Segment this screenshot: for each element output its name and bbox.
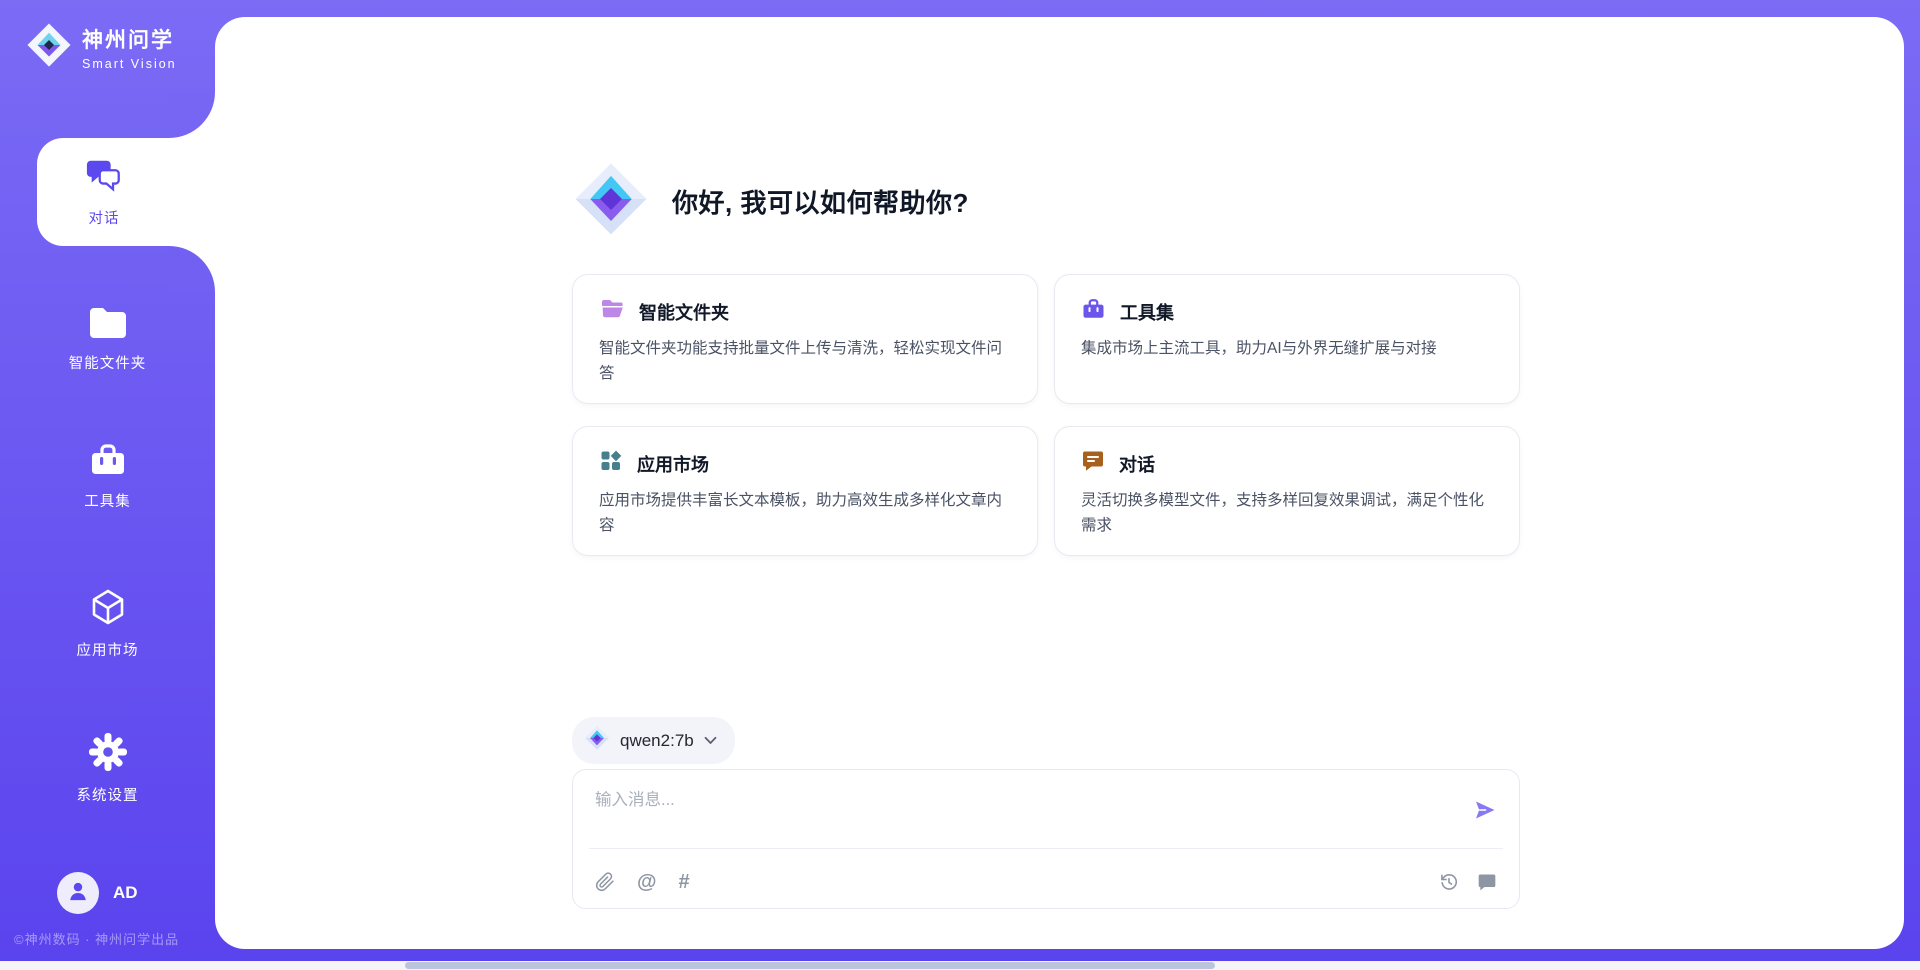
folder-icon [88, 306, 128, 345]
main-content: 你好, 我可以如何帮助你? 智能文件夹 智能文件夹功能支持批量文件上传与清洗，轻… [215, 17, 1904, 949]
person-icon [65, 878, 91, 909]
sidebar-item-label: 系统设置 [77, 784, 139, 805]
model-name: qwen2:7b [620, 731, 694, 751]
cube-icon [88, 587, 128, 632]
app-name: 神州问学 [82, 24, 177, 54]
sidebar-item-app-market[interactable]: 应用市场 [0, 587, 215, 660]
user-profile[interactable]: AD [57, 872, 138, 914]
send-icon[interactable] [1473, 798, 1497, 822]
brand-diamond-icon [26, 22, 72, 73]
folder-open-icon [599, 297, 625, 326]
card-app-market[interactable]: 应用市场 应用市场提供丰富长文本模板，助力高效生成多样化文章内容 [572, 426, 1038, 556]
hash-icon[interactable]: # [679, 872, 690, 892]
sidebar-item-label: 对话 [89, 207, 120, 228]
tab-fillet-top [169, 92, 215, 138]
sidebar-item-smart-folder[interactable]: 智能文件夹 [0, 306, 215, 373]
sidebar-item-label: 智能文件夹 [69, 352, 147, 373]
greeting-text: 你好, 我可以如何帮助你? [672, 183, 969, 220]
card-smart-folder[interactable]: 智能文件夹 智能文件夹功能支持批量文件上传与清洗，轻松实现文件问答 [572, 274, 1038, 404]
copyright-text: ©神州数码 · 神州问学出品 [14, 929, 179, 948]
card-title: 对话 [1119, 451, 1155, 477]
chevron-down-icon [704, 736, 717, 745]
user-initials: AD [113, 883, 138, 903]
chat-bubbles-icon [85, 156, 123, 199]
model-selector[interactable]: qwen2:7b [572, 717, 735, 764]
card-title: 应用市场 [637, 451, 709, 477]
toolbox-icon [1081, 297, 1106, 326]
composer-divider [589, 848, 1503, 849]
apps-grid-icon [599, 449, 623, 478]
hero: 你好, 我可以如何帮助你? [572, 160, 969, 243]
card-description: 应用市场提供丰富长文本模板，助力高效生成多样化文章内容 [599, 488, 1011, 538]
card-description: 集成市场上主流工具，助力AI与外界无缝扩展与对接 [1081, 336, 1493, 361]
card-title: 智能文件夹 [639, 299, 729, 325]
message-composer: @ # [572, 769, 1520, 909]
feature-cards: 智能文件夹 智能文件夹功能支持批量文件上传与清洗，轻松实现文件问答 工具集 集成… [572, 274, 1520, 556]
tab-fillet-bottom [169, 246, 215, 292]
toolbox-icon [88, 442, 128, 483]
scrollbar-thumb[interactable] [405, 962, 1215, 969]
sidebar-item-label: 应用市场 [77, 639, 139, 660]
history-icon[interactable] [1439, 872, 1459, 892]
card-description: 灵活切换多模型文件，支持多样回复效果调试，满足个性化需求 [1081, 488, 1493, 538]
sidebar: 神州问学 Smart Vision 对话 智能文件夹 [0, 0, 215, 970]
chat-filled-icon [1081, 449, 1105, 478]
card-description: 智能文件夹功能支持批量文件上传与清洗，轻松实现文件问答 [599, 336, 1011, 386]
horizontal-scrollbar[interactable] [0, 961, 1920, 970]
paperclip-icon[interactable] [595, 872, 615, 892]
model-diamond-icon [584, 725, 610, 756]
card-chat[interactable]: 对话 灵活切换多模型文件，支持多样回复效果调试，满足个性化需求 [1054, 426, 1520, 556]
app-logo[interactable]: 神州问学 Smart Vision [26, 22, 177, 73]
hero-brand-diamond-icon [572, 160, 650, 243]
gear-icon [88, 732, 128, 777]
app-subtitle: Smart Vision [82, 57, 177, 71]
sidebar-item-settings[interactable]: 系统设置 [0, 732, 215, 805]
sidebar-item-chat[interactable]: 对话 [37, 138, 215, 246]
avatar [57, 872, 99, 914]
message-input[interactable] [595, 786, 1455, 842]
sidebar-item-toolset[interactable]: 工具集 [0, 442, 215, 511]
card-title: 工具集 [1120, 299, 1174, 325]
at-icon[interactable]: @ [637, 872, 657, 892]
chat-bubble-icon[interactable] [1477, 872, 1497, 892]
sidebar-item-label: 工具集 [84, 490, 131, 511]
card-toolset[interactable]: 工具集 集成市场上主流工具，助力AI与外界无缝扩展与对接 [1054, 274, 1520, 404]
